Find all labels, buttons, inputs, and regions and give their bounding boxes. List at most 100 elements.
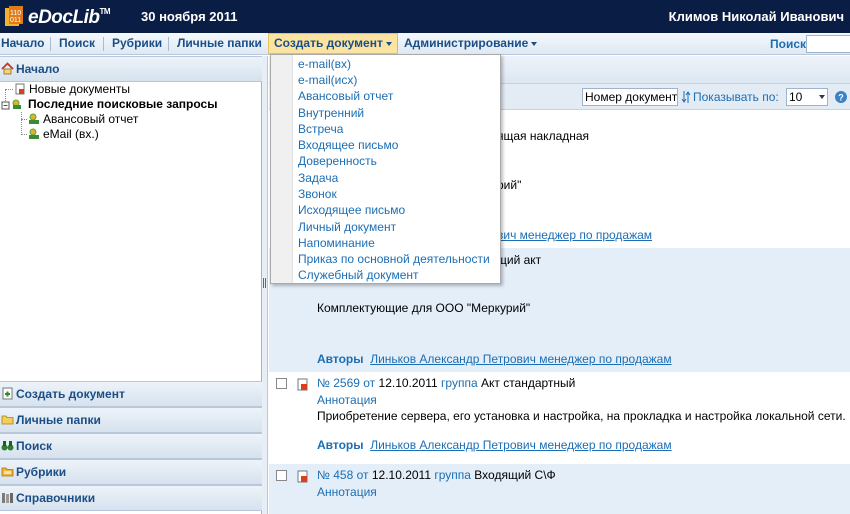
authors-label: Авторы: [317, 438, 364, 452]
top-header: 110 011 eDocLibTM 30 ноября 2011 Климов …: [0, 0, 850, 33]
dropdown-item-call[interactable]: Звонок: [298, 186, 337, 202]
dropdown-item-order[interactable]: Приказ по основной деятельности: [298, 251, 490, 267]
document-number-link[interactable]: 2569: [333, 376, 360, 390]
splitter-grip-icon: [263, 278, 266, 288]
document-author-link[interactable]: Линьков Александр Петрович менеджер по п…: [370, 352, 671, 366]
menu-administration[interactable]: Администрирование: [404, 33, 538, 54]
dropdown-item-power-of-attorney[interactable]: Доверенность: [298, 153, 377, 169]
rubrics-folder-icon: [1, 467, 14, 477]
page-size-select[interactable]: 10: [786, 88, 828, 106]
document-annotation-text: Комплектующие для ООО "Меркурий": [317, 301, 531, 315]
document-title-line: № 2569 от 12.10.2011 группа Акт стандарт…: [317, 376, 575, 391]
dropdown-item-internal[interactable]: Внутренний: [298, 105, 364, 121]
menu-create-document-label: Создать документ: [274, 36, 383, 50]
dropdown-icon-gutter: [271, 55, 293, 283]
panel-splitter[interactable]: [262, 56, 268, 514]
document-checkbox[interactable]: [276, 378, 287, 389]
document-number-link[interactable]: 458: [333, 468, 353, 482]
dropdown-item-service-document[interactable]: Служебный документ: [298, 267, 419, 283]
document-title-line: № 458 от 12.10.2011 группа Входящий С\Ф: [317, 468, 556, 483]
sort-field-select[interactable]: Номер документа: [582, 88, 678, 106]
menu-create-document[interactable]: Создать документ: [268, 33, 398, 54]
svg-text:?: ?: [838, 93, 844, 103]
dropdown-item-incoming-letter[interactable]: Входящее письмо: [298, 137, 398, 153]
rubrics-panel-header[interactable]: Рубрики: [0, 459, 262, 485]
document-type-partial: щий акт: [497, 253, 542, 267]
user-name[interactable]: Климов Николай Иванович: [669, 9, 844, 24]
personal-folders-panel-header[interactable]: Личные папки: [0, 407, 262, 433]
search-history-icon: [1, 99, 21, 110]
menu-separator: [50, 37, 51, 51]
create-document-panel-header[interactable]: Создать документ: [0, 381, 262, 407]
number-label: №: [317, 468, 330, 482]
folder-icon: [1, 415, 14, 425]
document-type-partial: ящая накладная: [497, 129, 590, 143]
dropdown-item-email-out[interactable]: e-mail(исх): [298, 72, 357, 88]
chevron-down-icon: [819, 95, 825, 99]
tree-item-search-advance-report[interactable]: Авансовый отчет: [28, 112, 138, 127]
app-logo[interactable]: 110 011 eDocLibTM: [4, 4, 128, 30]
menu-separator: [168, 37, 169, 51]
sort-direction-icon[interactable]: [681, 90, 691, 104]
chevron-down-icon: [531, 41, 538, 46]
quick-search-input[interactable]: [806, 35, 850, 53]
menu-personal-folders[interactable]: Личные папки: [177, 33, 262, 54]
tree-item-label: Новые документы: [29, 82, 130, 96]
document-icon[interactable]: [297, 378, 309, 391]
document-group: Акт стандартный: [480, 376, 576, 390]
logo-text: eDocLib: [28, 7, 100, 28]
dropdown-item-email-in[interactable]: e-mail(вх): [298, 56, 351, 72]
binoculars-icon: [1, 441, 14, 451]
dropdown-item-advance-report[interactable]: Авансовый отчет: [298, 88, 393, 104]
dropdown-item-task[interactable]: Задача: [298, 170, 338, 186]
dropdown-item-meeting[interactable]: Встреча: [298, 121, 343, 137]
document-author-link[interactable]: Линьков Александр Петрович менеджер по п…: [370, 438, 671, 452]
dropdown-item-personal-document[interactable]: Личный документ: [298, 219, 396, 235]
menu-separator: [397, 37, 398, 51]
create-document-panel-title: Создать документ: [16, 387, 125, 401]
saved-search-icon: [29, 113, 39, 124]
page-size-value: 10: [789, 90, 803, 104]
references-panel-title: Справочники: [16, 491, 96, 505]
document-icon[interactable]: [297, 470, 309, 483]
page-size-label: Показывать по:: [693, 90, 779, 104]
menu-rubrics[interactable]: Рубрики: [112, 33, 162, 54]
tree-item-recent-searches[interactable]: Последние поисковые запросы: [1, 97, 217, 112]
logo-icon: 110 011: [5, 6, 23, 26]
home-panel-title: Начало: [16, 62, 60, 76]
document-row: № 2569 от 12.10.2011 группа Акт стандарт…: [269, 372, 850, 464]
document-authors-line: Авторы Линьков Александр Петрович менедж…: [317, 352, 672, 367]
references-panel-header[interactable]: Справочники: [0, 485, 262, 511]
search-panel-header[interactable]: Поиск: [0, 433, 262, 459]
dropdown-item-outgoing-letter[interactable]: Исходящее письмо: [298, 202, 405, 218]
dropdown-item-reminder[interactable]: Напоминание: [298, 235, 375, 251]
saved-search-icon: [29, 128, 39, 139]
menu-home[interactable]: Начало: [1, 33, 44, 54]
tree-item-label: Авансовый отчет: [43, 112, 139, 126]
menu-separator: [103, 37, 104, 51]
document-author-link[interactable]: вич менеджер по продажам: [497, 228, 652, 243]
menu-search[interactable]: Поиск: [59, 33, 95, 54]
create-document-icon: [2, 387, 13, 400]
from-label: от: [356, 468, 369, 482]
document-checkbox[interactable]: [276, 470, 287, 481]
document-annotation-text: Приобретение сервера, его установка и на…: [317, 409, 846, 423]
tree-item-label: Последние поисковые запросы: [28, 97, 218, 111]
tree-item-search-email-in[interactable]: eMail (вх.): [28, 127, 99, 142]
menu-administration-label: Администрирование: [404, 36, 529, 50]
tree-item-new-documents[interactable]: Новые документы: [14, 82, 130, 97]
help-icon[interactable]: ?: [834, 90, 848, 104]
group-label: группа: [441, 376, 478, 390]
home-panel-header[interactable]: Начало: [0, 56, 262, 82]
document-group: Входящий С\Ф: [474, 468, 556, 482]
main-menu: Начало Поиск Рубрики Личные папки Создат…: [0, 33, 850, 55]
rubrics-panel-title: Рубрики: [16, 465, 67, 479]
authors-label: Авторы: [317, 352, 364, 366]
logo-trademark: TM: [99, 7, 111, 16]
search-panel-title: Поиск: [16, 439, 53, 453]
left-panel: Начало Новые документы Последние поисков…: [0, 56, 262, 514]
svg-text:011: 011: [10, 17, 21, 24]
books-icon: [2, 493, 13, 503]
document-row: № 458 от 12.10.2011 группа Входящий С\Ф …: [269, 464, 850, 514]
annotation-label: Аннотация: [317, 485, 377, 499]
